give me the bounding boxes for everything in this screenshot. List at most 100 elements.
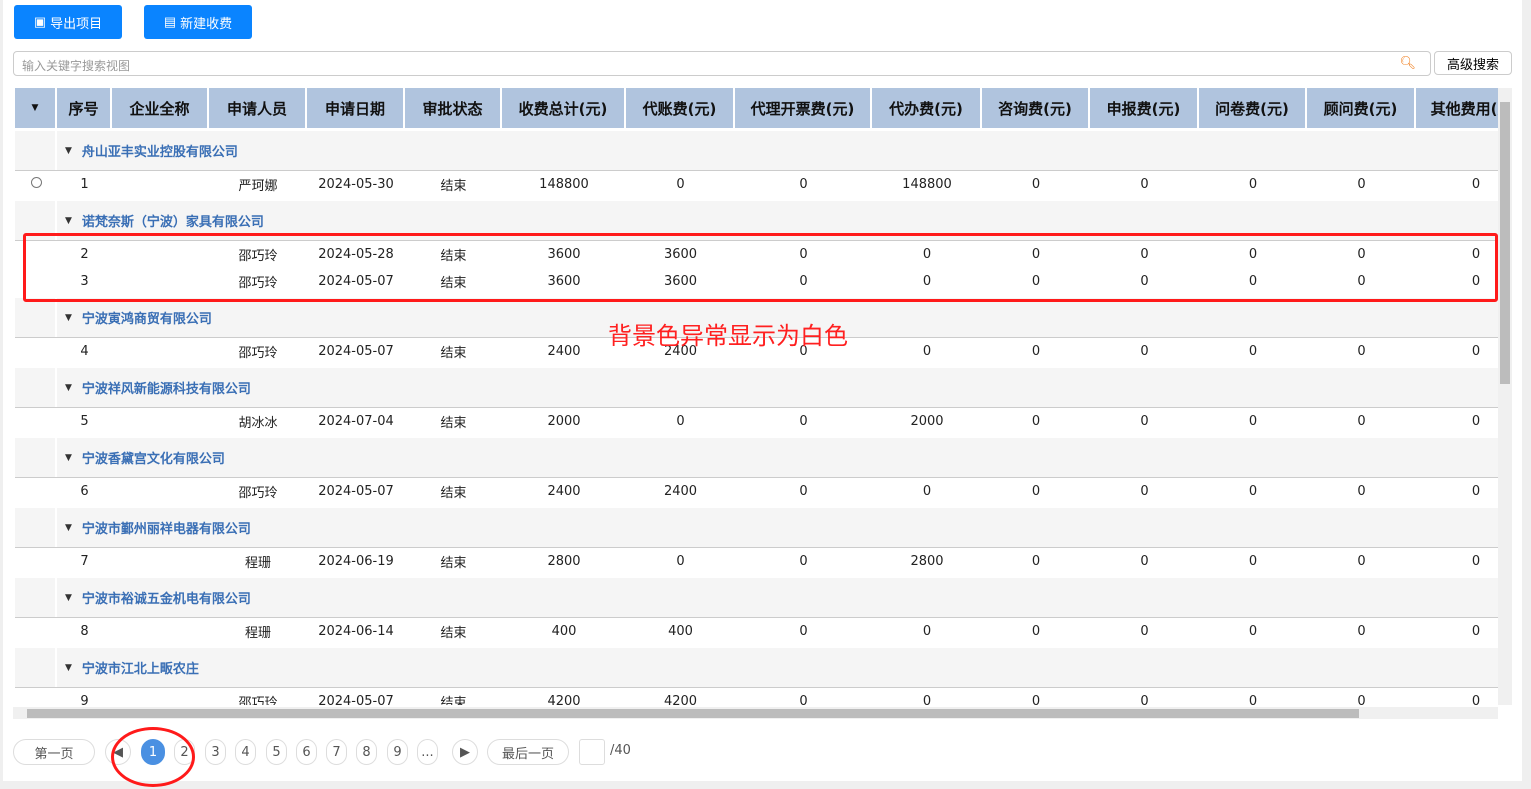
page-button[interactable]: 8: [356, 739, 377, 765]
table-cell: 0: [1357, 694, 1366, 705]
table-cell: 0: [1357, 624, 1366, 639]
table-cell: 严珂娜: [238, 179, 278, 194]
table-cell: 400: [668, 624, 693, 639]
group-spacer: [15, 368, 57, 407]
column-header[interactable]: 顾问费(元): [1307, 88, 1416, 128]
column-header[interactable]: 申报费(元): [1090, 88, 1199, 128]
table-cell: 结束: [440, 346, 467, 361]
table-cell: 0: [1031, 414, 1041, 429]
table-cell: 结束: [440, 179, 467, 194]
table-cell: 邵巧玲: [238, 696, 278, 705]
column-header[interactable]: 咨询费(元): [982, 88, 1090, 128]
new-fee-button[interactable]: ▤ 新建收费: [144, 5, 252, 39]
table-row[interactable]: 6 邵巧玲 2024-05-07 结束 2400 2400 0 0 0 0 0 0 0: [15, 478, 1498, 505]
table-cell: 0: [799, 177, 808, 192]
table-cell: 0: [1357, 414, 1366, 429]
table-cell: 0: [1471, 414, 1481, 429]
table-cell: 程珊: [244, 556, 271, 571]
group-company-name: 舟山亚丰实业控股有限公司: [81, 145, 238, 160]
export-button[interactable]: ▣ 导出项目: [14, 5, 122, 39]
group-row[interactable]: ▼ 宁波市江北上畈农庄: [15, 648, 1498, 688]
column-header[interactable]: 收费总计(元): [502, 88, 626, 128]
table-cell: 2024-05-07: [318, 344, 394, 359]
table-cell: 0: [799, 694, 808, 705]
table-cell: 0: [922, 344, 932, 359]
data-grid: ▼ 序号 企业全称 申请人员 申请日期 审批状态 收费总计(元) 代账费(元) 代理开票费(元)…: [15, 88, 1498, 705]
page-button[interactable]: 5: [266, 739, 287, 765]
page-button[interactable]: ...: [417, 739, 438, 765]
caret-down-icon: ▼: [65, 145, 72, 156]
group-label[interactable]: ▼ 宁波寅鸿商贸有限公司: [57, 298, 212, 337]
table-cell: 0: [1248, 694, 1258, 705]
table-cell: 0: [1031, 694, 1041, 705]
column-header[interactable]: 代办费(元): [872, 88, 982, 128]
page-button[interactable]: 6: [296, 739, 317, 765]
column-header[interactable]: 申请人员: [209, 88, 307, 128]
table-cell: 0: [1140, 554, 1149, 569]
group-label[interactable]: ▼ 宁波祥风新能源科技有限公司: [57, 368, 251, 407]
row-select[interactable]: [15, 177, 57, 192]
page-number-input[interactable]: [579, 739, 605, 765]
group-row[interactable]: ▼ 宁波市裕诚五金机电有限公司: [15, 578, 1498, 618]
table-cell: 结束: [440, 696, 467, 705]
first-page-button[interactable]: 第一页: [13, 739, 95, 765]
table-cell: 8: [80, 624, 89, 639]
last-page-button[interactable]: 最后一页: [487, 739, 569, 765]
table-row[interactable]: 9 邵巧玲 2024-05-07 结束 4200 4200 0 0 0 0 0 0 0: [15, 688, 1498, 705]
window-icon: ▤: [163, 14, 177, 29]
page-button[interactable]: 3: [205, 739, 226, 765]
column-header[interactable]: 序号: [57, 88, 112, 128]
group-spacer: [15, 508, 57, 547]
table-cell: 结束: [440, 556, 467, 571]
table-cell: 2024-06-14: [318, 624, 394, 639]
group-row[interactable]: ▼ 舟山亚丰实业控股有限公司: [15, 131, 1498, 171]
table-cell: 0: [1248, 177, 1258, 192]
table-cell: 400: [551, 624, 577, 639]
group-spacer: [15, 648, 57, 687]
group-row[interactable]: ▼ 宁波祥风新能源科技有限公司: [15, 368, 1498, 408]
group-label[interactable]: ▼ 宁波市鄞州丽祥电器有限公司: [57, 508, 251, 547]
group-label[interactable]: ▼ 宁波市裕诚五金机电有限公司: [57, 578, 251, 617]
column-header[interactable]: 申请日期: [307, 88, 405, 128]
group-label[interactable]: ▼ 宁波市江北上畈农庄: [57, 648, 199, 687]
column-header[interactable]: 企业全称: [112, 88, 209, 128]
next-page-button[interactable]: ▶: [452, 739, 478, 765]
table-cell: 0: [1140, 177, 1149, 192]
table-row[interactable]: 8 程珊 2024-06-14 结束 400 400 0 0 0 0 0 0 0: [15, 618, 1498, 645]
table-cell: 结束: [440, 486, 467, 501]
annotation-circle: [111, 727, 195, 787]
page-button[interactable]: 4: [235, 739, 256, 765]
column-header[interactable]: 代账费(元): [626, 88, 735, 128]
column-header[interactable]: 其他费用(元): [1416, 88, 1498, 128]
expand-all-header[interactable]: ▼: [15, 88, 57, 128]
group-row[interactable]: ▼ 宁波市鄞州丽祥电器有限公司: [15, 508, 1498, 548]
group-label[interactable]: ▼ 舟山亚丰实业控股有限公司: [57, 131, 238, 170]
table-row[interactable]: 1 严珂娜 2024-05-30 结束 148800 0 0 148800 0 0 0 0 0: [15, 171, 1498, 198]
table-cell: 0: [1471, 344, 1481, 359]
table-cell: 2800: [910, 554, 944, 569]
table-cell: 0: [1140, 344, 1149, 359]
column-header[interactable]: 代理开票费(元): [735, 88, 872, 128]
search-input[interactable]: 输入关键字搜索视图 🔍︎: [13, 51, 1431, 76]
table-row[interactable]: 7 程珊 2024-06-19 结束 2800 0 0 2800 0 0 0 0 0: [15, 548, 1498, 575]
table-cell: 148800: [539, 177, 589, 192]
search-icon[interactable]: 🔍︎: [1399, 56, 1416, 71]
caret-down-icon: ▼: [65, 382, 72, 393]
table-cell: 0: [799, 554, 808, 569]
advanced-search-button[interactable]: 高级搜索: [1434, 51, 1512, 75]
radio-button[interactable]: [30, 177, 42, 188]
group-label[interactable]: ▼ 宁波香黛宫文化有限公司: [57, 438, 225, 477]
table-row[interactable]: 5 胡冰冰 2024-07-04 结束 2000 0 0 2000 0 0 0 0 0: [15, 408, 1498, 435]
column-header[interactable]: 问卷费(元): [1199, 88, 1307, 128]
group-row[interactable]: ▼ 宁波香黛宫文化有限公司: [15, 438, 1498, 478]
caret-down-icon: ▼: [65, 312, 72, 323]
caret-down-icon: ▼: [65, 215, 72, 226]
horizontal-scrollbar[interactable]: [13, 707, 1498, 719]
vertical-scrollbar[interactable]: [1498, 88, 1512, 705]
page-button[interactable]: 7: [326, 739, 347, 765]
group-company-name: 宁波市鄞州丽祥电器有限公司: [81, 522, 251, 537]
table-cell: 0: [676, 554, 685, 569]
page-button[interactable]: 9: [387, 739, 408, 765]
table-cell: 0: [1357, 554, 1366, 569]
column-header[interactable]: 审批状态: [405, 88, 502, 128]
